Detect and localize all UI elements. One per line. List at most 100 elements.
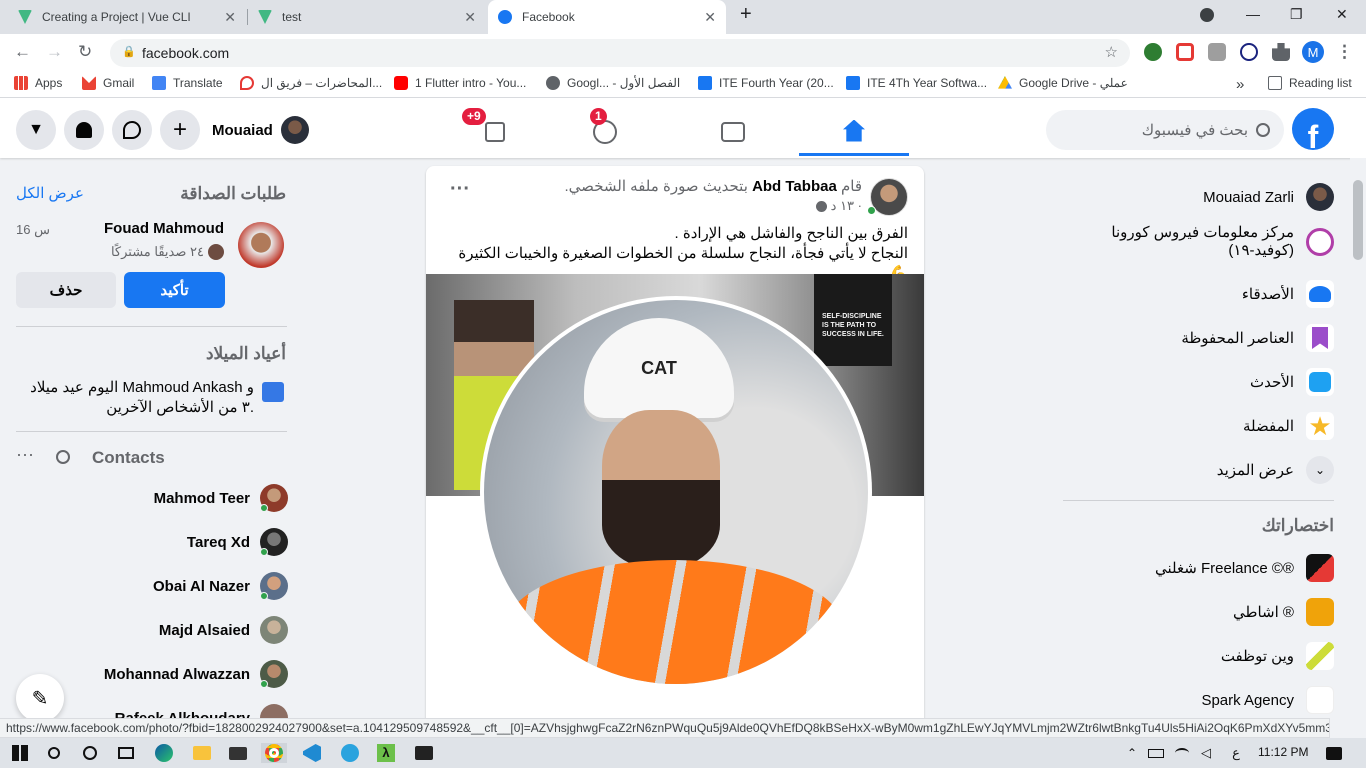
- puzzle-icon[interactable]: [1272, 43, 1290, 61]
- minimize-button[interactable]: —: [1246, 6, 1260, 22]
- logo-letter: f: [1307, 119, 1319, 150]
- close-window-button[interactable]: ✕: [1336, 6, 1348, 23]
- more-options-icon[interactable]: ···: [16, 444, 34, 465]
- bookmark-google[interactable]: Googl... - الفصل الأول: [546, 76, 680, 90]
- profile-avatar[interactable]: M: [1302, 41, 1324, 63]
- contact-item[interactable]: Obai Al Nazer: [153, 566, 288, 606]
- sidebar-item-saved[interactable]: العناصر المحفوظة: [1181, 316, 1334, 360]
- restore-button[interactable]: ❐: [1290, 6, 1303, 23]
- contact-item[interactable]: Rafeek Alkhoudary: [115, 698, 288, 720]
- tab-search-icon[interactable]: [1200, 8, 1214, 22]
- volume-icon[interactable]: ◁: [1196, 743, 1216, 763]
- chrome-icon[interactable]: [261, 743, 287, 763]
- birthday-text[interactable]: اليوم عيد ميلاد Mahmoud Ankash و ٣ من ال…: [30, 378, 254, 418]
- action-center-icon[interactable]: [1324, 743, 1344, 763]
- post-options-icon[interactable]: ···: [450, 178, 470, 201]
- back-icon[interactable]: ←: [14, 42, 31, 62]
- tab-vue-cli[interactable]: Creating a Project | Vue CLI ✕: [8, 0, 246, 34]
- close-icon[interactable]: ✕: [704, 9, 716, 26]
- shortcut-item[interactable]: شغلني Freelance ©®: [1155, 546, 1334, 590]
- bookmark-drive[interactable]: Google Drive - عملي: [998, 76, 1128, 90]
- scrollbar-thumb[interactable]: [1353, 180, 1363, 260]
- post-time[interactable]: ١٣ د ·: [831, 198, 862, 214]
- bookmark-ite-4th[interactable]: ITE 4Th Year Softwa...: [846, 76, 987, 90]
- keyboard-language[interactable]: ع: [1226, 743, 1246, 763]
- tab-facebook[interactable]: Facebook ✕: [488, 0, 726, 34]
- video-editor-icon[interactable]: [414, 743, 434, 763]
- sidebar-item-profile[interactable]: Mouaiad Zarli: [1203, 175, 1334, 219]
- bookmark-star-icon[interactable]: ☆: [1105, 43, 1118, 61]
- avatar[interactable]: [238, 222, 284, 268]
- groups-nav[interactable]: +9: [440, 108, 550, 156]
- wifi-icon[interactable]: [1172, 743, 1192, 763]
- profile-shortcut[interactable]: Mouaiad: [212, 112, 309, 148]
- home-nav[interactable]: [799, 108, 909, 156]
- forward-icon[interactable]: →: [46, 42, 63, 62]
- search-icon[interactable]: [44, 743, 64, 763]
- tab-test[interactable]: test ✕: [248, 0, 486, 34]
- contact-item[interactable]: Tareq Xd: [187, 522, 288, 562]
- bookmark-apps[interactable]: Apps: [14, 76, 62, 90]
- windows-start-icon[interactable]: [10, 743, 30, 763]
- telegram-icon[interactable]: [340, 743, 360, 763]
- messenger-button[interactable]: [112, 110, 152, 150]
- profile-picture[interactable]: CAT: [480, 296, 872, 688]
- watch-nav[interactable]: [678, 108, 788, 156]
- close-icon[interactable]: ✕: [464, 9, 476, 26]
- notifications-button[interactable]: [64, 110, 104, 150]
- facebook-logo[interactable]: f: [1292, 108, 1334, 150]
- gaming-nav[interactable]: 1: [550, 108, 660, 156]
- extension-icon[interactable]: [1240, 43, 1258, 61]
- request-name[interactable]: Fouad Mahmoud: [104, 220, 224, 237]
- sidebar-item-favorites[interactable]: المفضلة ★: [1243, 404, 1334, 448]
- reading-list[interactable]: Reading list: [1268, 76, 1352, 90]
- contact-item[interactable]: Mohannad Alwazzan: [104, 654, 288, 694]
- windows-taskbar: λ ⌃ ◁ ع 11:12 PM: [0, 738, 1366, 768]
- bookmark-youtube[interactable]: 1 Flutter intro - You...: [394, 76, 526, 90]
- create-button[interactable]: +: [160, 110, 200, 150]
- bookmark-translate[interactable]: Translate: [152, 76, 223, 90]
- see-more-button[interactable]: عرض المزيد ⌄: [1217, 448, 1334, 492]
- sidebar-item-recent[interactable]: الأحدث: [1250, 360, 1334, 404]
- shortcut-item[interactable]: وين توظفت: [1221, 634, 1334, 678]
- bookmark-gmail[interactable]: Gmail: [82, 76, 134, 90]
- battery-icon[interactable]: [1146, 743, 1166, 763]
- search-icon[interactable]: [56, 450, 70, 464]
- see-all-link[interactable]: عرض الكل: [16, 184, 84, 202]
- extension-icon[interactable]: [1208, 43, 1226, 61]
- cortana-icon[interactable]: [80, 743, 100, 763]
- extension-icon[interactable]: [1144, 43, 1162, 61]
- vscode-icon[interactable]: [302, 743, 322, 763]
- author-name[interactable]: Abd Tabbaa: [752, 178, 837, 195]
- sidebar-item-friends[interactable]: الأصدقاء: [1242, 272, 1334, 316]
- contact-item[interactable]: Majd Alsaied: [159, 610, 288, 650]
- page-scrollbar[interactable]: [1350, 158, 1366, 718]
- file-explorer-icon[interactable]: [192, 743, 212, 763]
- bookmark-ite-fourth[interactable]: ITE Fourth Year (20...: [698, 76, 834, 90]
- address-bar[interactable]: 🔒 facebook.com ☆: [110, 39, 1130, 67]
- task-view-icon[interactable]: [116, 743, 136, 763]
- bookmark-lectures[interactable]: المحاضرات – فريق ال...: [240, 76, 382, 90]
- close-icon[interactable]: ✕: [224, 9, 236, 26]
- sidebar-item-covid[interactable]: مركز معلومات فيروس كورونا (كوفيد-١٩): [1094, 220, 1334, 264]
- reload-icon[interactable]: ↻: [78, 42, 92, 62]
- contact-item[interactable]: Mahmod Teer: [154, 478, 288, 518]
- shortcut-item[interactable]: اشاطي ®: [1233, 590, 1334, 634]
- more-bookmarks-icon[interactable]: »: [1236, 76, 1244, 93]
- extension-icon[interactable]: [1176, 43, 1194, 61]
- mail-icon[interactable]: [228, 743, 248, 763]
- mutual-avatar: [208, 244, 224, 260]
- search-input[interactable]: بحث في فيسبوك: [1046, 110, 1284, 150]
- clock[interactable]: 11:12 PM: [1258, 745, 1308, 759]
- tray-chevron-icon[interactable]: ⌃: [1122, 743, 1142, 763]
- account-menu-button[interactable]: ▼: [16, 110, 56, 150]
- menu-icon[interactable]: ⋮: [1336, 42, 1353, 62]
- new-tab-button[interactable]: +: [740, 3, 752, 26]
- caret-down-icon: ▼: [28, 121, 44, 138]
- delete-button[interactable]: حذف: [16, 272, 116, 308]
- new-message-button[interactable]: ✎: [16, 674, 64, 722]
- terminal-icon[interactable]: λ: [376, 743, 396, 763]
- confirm-button[interactable]: تأكيد: [124, 272, 225, 308]
- edge-icon[interactable]: [154, 743, 174, 763]
- shortcut-item[interactable]: Spark Agency: [1201, 678, 1334, 720]
